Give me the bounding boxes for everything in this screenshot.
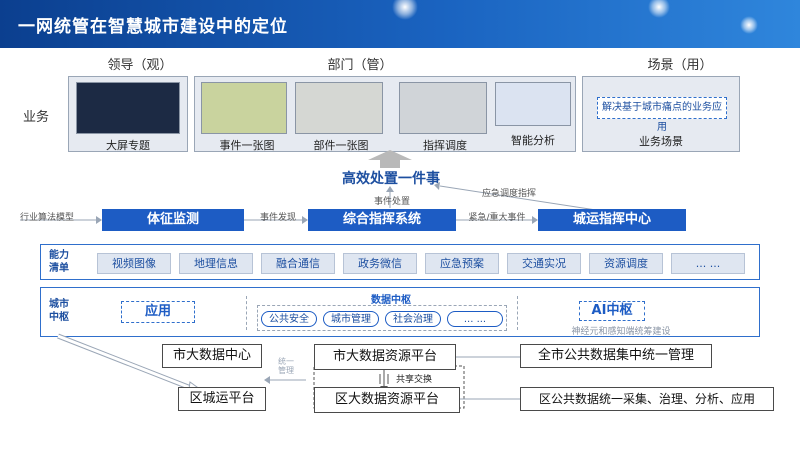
district-data-management: 区公共数据统一采集、治理、分析、应用 [520, 387, 774, 411]
capability-label-line2: 清单 [49, 263, 69, 274]
box-ops-center: 城运指挥中心 [538, 209, 686, 231]
component-map-thumbnail [295, 82, 383, 134]
box-monitoring: 体征监测 [102, 209, 244, 231]
scene-panel: 解决基于城市痛点的业务应用 业务场景 [582, 76, 740, 152]
share-exchange-label: 共享交换 [396, 375, 433, 385]
data-hub-title: 数据中枢 [371, 295, 411, 306]
capability-label: 能力 清单 [49, 249, 69, 275]
capability-panel: 能力 清单 视频图像 地理信息 融合通信 政务微信 应急预案 交通实况 资源调度… [40, 244, 760, 280]
column-scene: 场景（用） [647, 58, 713, 73]
title-banner: 一网统管在智慧城市建设中的定位 [0, 0, 800, 48]
capability-item: 政务微信 [343, 253, 417, 274]
thumbnail-caption: 事件一张图 [219, 139, 275, 152]
sparkle-icon [392, 0, 418, 20]
capability-item: 资源调度 [589, 253, 663, 274]
up-arrow-icon [368, 150, 412, 168]
column-dept: 部门（管） [327, 58, 393, 73]
hub-label-line2: 中枢 [49, 312, 69, 323]
page-title: 一网统管在智慧城市建设中的定位 [18, 17, 288, 37]
district-ops-platform: 区城运平台 [178, 387, 266, 411]
thumbnail-caption: 大屏专题 [106, 139, 150, 152]
column-leader: 领导（观） [107, 58, 173, 73]
hub-label-line1: 城市 [49, 299, 69, 310]
sparkle-icon [740, 16, 758, 34]
unified-management-label: 统一管理 [278, 357, 294, 375]
dispatch-thumbnail [399, 82, 487, 134]
city-resource-platform: 市大数据资源平台 [314, 344, 456, 370]
capability-item: 应急预案 [425, 253, 499, 274]
edge-label-handling: 事件处置 [373, 197, 410, 207]
edge-label-emergency: 紧急/重大事件 [468, 213, 526, 223]
model-label: 行业算法模型 [20, 213, 75, 223]
hub-app-box: 应用 [121, 301, 195, 323]
analysis-thumbnail [495, 82, 571, 126]
row-label-business: 业务 [22, 110, 49, 125]
data-pill: 公共安全 [261, 311, 317, 327]
district-resource-platform: 区大数据资源平台 [314, 387, 460, 413]
data-pill: 社会治理 [385, 311, 441, 327]
capability-item: 交通实况 [507, 253, 581, 274]
capability-item: ... ... [671, 253, 745, 274]
city-data-management: 全市公共数据集中统一管理 [520, 344, 712, 368]
scene-caption: 业务场景 [639, 135, 683, 148]
leader-panel: 大屏专题 [68, 76, 188, 152]
capability-item: 地理信息 [179, 253, 253, 274]
capability-item: 视频图像 [97, 253, 171, 274]
scene-box: 解决基于城市痛点的业务应用 [597, 97, 727, 133]
capability-item: 融合通信 [261, 253, 335, 274]
event-map-thumbnail [201, 82, 287, 134]
divider [246, 296, 247, 330]
dept-panel: 事件一张图 部件一张图 指挥调度 智能分析 [194, 76, 576, 152]
edge-label-dispatch: 应急调度指挥 [482, 189, 537, 199]
dashboard-thumbnail [76, 82, 180, 134]
ai-hub-box: AI中枢 [579, 301, 645, 321]
hub-label: 城市 中枢 [49, 298, 69, 324]
box-command-system: 综合指挥系统 [308, 209, 456, 231]
edge-label-discovery: 事件发现 [259, 213, 296, 223]
divider [517, 296, 518, 330]
thumbnail-caption: 智能分析 [511, 134, 555, 147]
sparkle-icon [648, 0, 670, 18]
capability-label-line1: 能力 [49, 250, 69, 261]
data-pill: ... ... [447, 311, 503, 327]
data-pill: 城市管理 [323, 311, 379, 327]
city-data-center: 市大数据中心 [162, 344, 262, 368]
